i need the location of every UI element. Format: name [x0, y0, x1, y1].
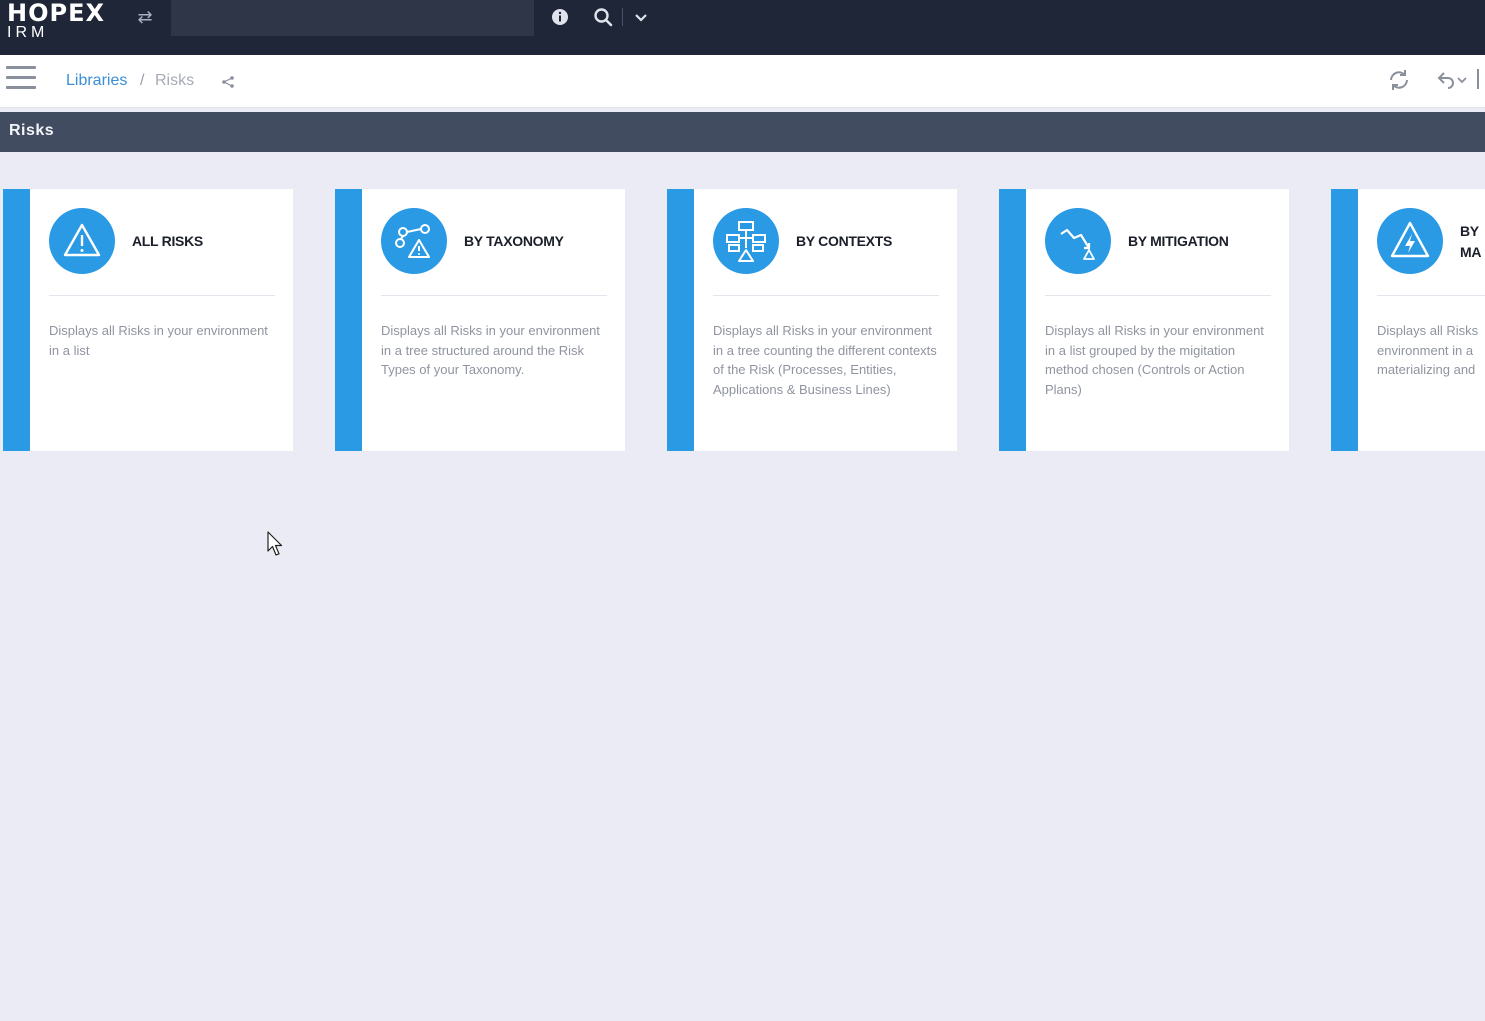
contexts-network-icon	[713, 208, 779, 274]
logo-main-text: HOPEX	[7, 0, 105, 27]
card-description: Displays all Risks in your environment i…	[1045, 323, 1264, 397]
card-accent-stripe	[667, 189, 694, 451]
card-divider	[1377, 295, 1485, 296]
hamburger-menu-icon[interactable]	[6, 66, 36, 92]
card-accent-stripe	[1331, 189, 1358, 451]
card-title: ALL RISKS	[132, 233, 203, 249]
toolbar-divider	[622, 8, 623, 26]
card-description: Displays all Risks in your environment i…	[713, 323, 937, 397]
card-divider	[381, 295, 607, 296]
card-description: Displays all Risks in your environment i…	[381, 323, 600, 377]
breadcrumb-libraries-link[interactable]: Libraries	[66, 72, 127, 90]
breadcrumb-separator: /	[140, 72, 145, 89]
card-by-materialization[interactable]: BY MA Displays all Risks environment in …	[1331, 189, 1485, 451]
refresh-icon[interactable]	[1386, 67, 1412, 93]
switch-arrows-icon[interactable]: ⇄	[133, 5, 157, 29]
top-bar: HOPEX IRM ⇄	[0, 0, 1485, 55]
card-title: BY TAXONOMY	[464, 233, 564, 249]
toolbar-divider	[1477, 69, 1479, 89]
card-title: BY MA	[1460, 223, 1482, 260]
card-description: Displays all Risks in your environment i…	[49, 323, 268, 358]
breadcrumb-bar: Libraries / Risks	[0, 55, 1485, 108]
card-divider	[49, 295, 275, 296]
card-description: Displays all Risks environment in a mate…	[1377, 323, 1479, 377]
card-accent-stripe	[999, 189, 1026, 451]
card-divider	[1045, 295, 1271, 296]
page-title-bar: Risks	[0, 112, 1485, 152]
mouse-pointer-icon	[266, 531, 284, 557]
page-title: Risks	[9, 122, 55, 139]
search-icon[interactable]	[591, 5, 615, 29]
info-icon[interactable]	[548, 5, 572, 29]
hopex-logo[interactable]: HOPEX IRM	[7, 0, 105, 41]
card-accent-stripe	[335, 189, 362, 451]
warning-triangle-icon	[49, 208, 115, 274]
global-search-input[interactable]	[171, 0, 534, 36]
card-by-contexts[interactable]: BY CONTEXTS Displays all Risks in your e…	[667, 189, 957, 451]
card-by-mitigation[interactable]: BY MITIGATION Displays all Risks in your…	[999, 189, 1289, 451]
chevron-down-icon[interactable]	[629, 5, 653, 29]
card-by-taxonomy[interactable]: BY TAXONOMY Displays all Risks in your e…	[335, 189, 625, 451]
taxonomy-tree-icon	[381, 208, 447, 274]
card-accent-stripe	[3, 189, 30, 451]
mitigation-chart-icon	[1045, 208, 1111, 274]
card-all-risks[interactable]: ALL RISKS Displays all Risks in your env…	[3, 189, 293, 451]
card-title: BY CONTEXTS	[796, 233, 893, 249]
logo-sub-text: IRM	[7, 24, 49, 41]
lightning-triangle-icon	[1377, 208, 1443, 274]
card-divider	[713, 295, 939, 296]
share-icon[interactable]	[221, 75, 235, 89]
undo-icon[interactable]	[1434, 69, 1468, 91]
breadcrumb-current: Risks	[155, 72, 195, 89]
card-title: BY MITIGATION	[1128, 233, 1229, 249]
